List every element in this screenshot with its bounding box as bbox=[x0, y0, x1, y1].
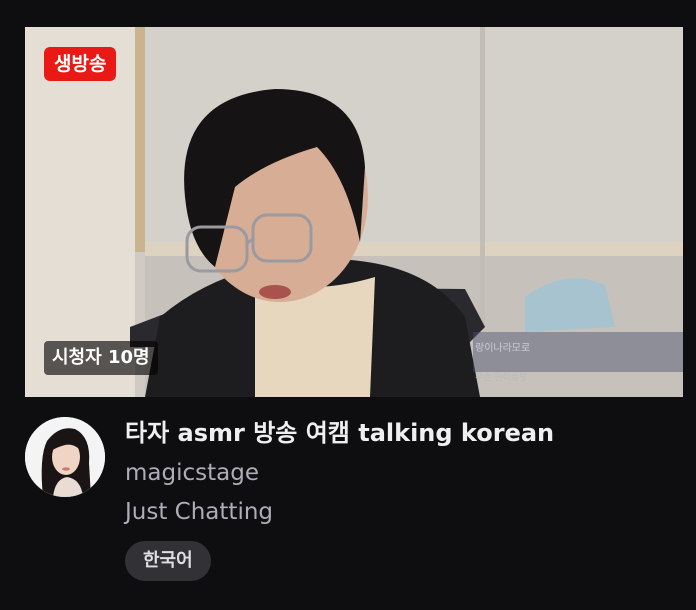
stream-overlay-text: 랑이나라모로 bbox=[475, 343, 531, 354]
tag-korean[interactable]: 한국어 bbox=[125, 541, 211, 581]
channel-name-link[interactable]: magicstage bbox=[125, 458, 259, 488]
stream-title[interactable]: 타자 asmr 방송 여캠 talking korean bbox=[125, 417, 685, 449]
category-link[interactable]: Just Chatting bbox=[125, 497, 273, 527]
stream-thumbnail[interactable]: 생방송 랑이나라모로 우슨 원이름랑 시청자 10명 bbox=[25, 27, 683, 397]
avatar-image bbox=[25, 417, 105, 497]
viewer-count-badge: 시청자 10명 bbox=[44, 341, 158, 375]
channel-avatar[interactable] bbox=[25, 417, 105, 497]
live-badge: 생방송 bbox=[44, 47, 117, 81]
stream-card: 생방송 랑이나라모로 우슨 원이름랑 시청자 10명 타자 asmr 방송 여캠… bbox=[0, 0, 696, 610]
stream-overlay-subtext: 우슨 원이름랑 bbox=[475, 373, 528, 383]
